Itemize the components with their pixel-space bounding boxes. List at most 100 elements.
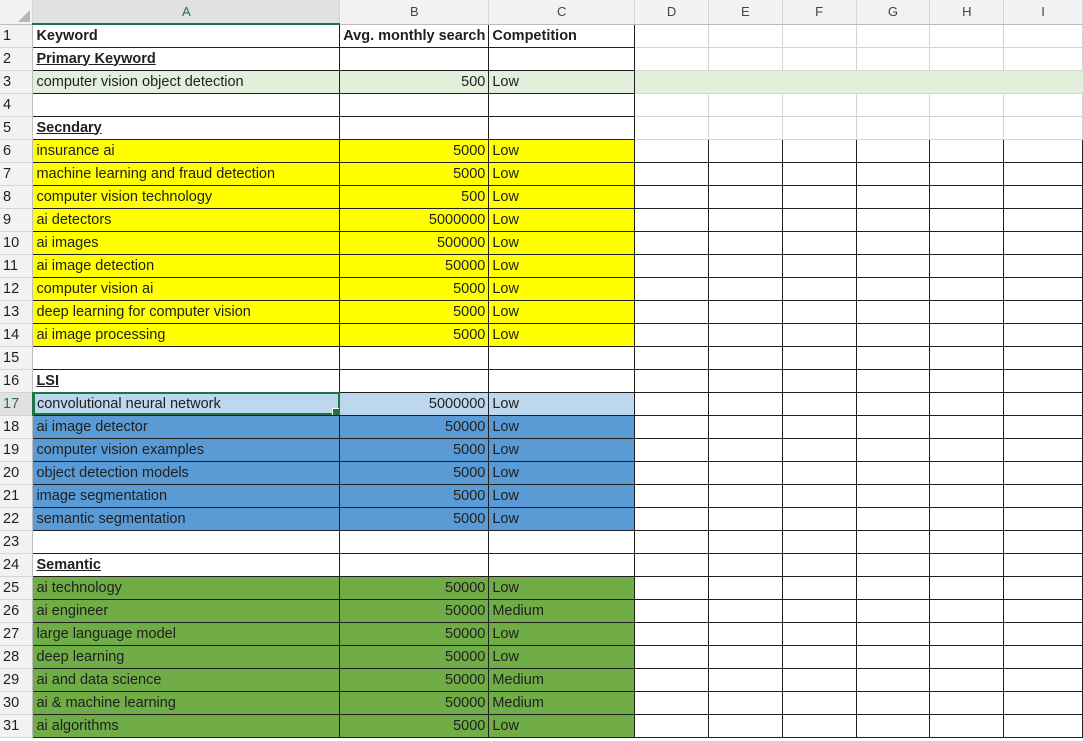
keyword-cell[interactable]: image segmentation <box>32 483 341 508</box>
empty-cell[interactable] <box>929 93 1005 117</box>
section-title-cell[interactable]: Semantic <box>32 552 341 577</box>
search-volume-cell[interactable]: 5000 <box>339 483 490 508</box>
competition-cell[interactable]: Low <box>488 207 636 232</box>
competition-cell[interactable]: Low <box>488 437 636 462</box>
empty-cell[interactable] <box>782 24 857 48</box>
keyword-cell[interactable]: ai image detection <box>32 253 341 278</box>
search-volume-cell[interactable]: 5000 <box>339 299 490 324</box>
empty-cell[interactable] <box>707 276 783 301</box>
search-volume-cell[interactable]: 50000 <box>339 690 490 715</box>
column-header-g[interactable]: G <box>856 0 931 25</box>
empty-cell[interactable] <box>1003 667 1083 692</box>
empty-cell[interactable] <box>929 644 1005 669</box>
row-header[interactable]: 18 <box>0 415 34 439</box>
empty-cell[interactable] <box>781 690 857 715</box>
empty-cell[interactable] <box>855 621 931 646</box>
search-volume-cell[interactable]: 50000 <box>339 667 490 692</box>
search-volume-cell[interactable]: 5000 <box>339 138 490 163</box>
empty-cell[interactable] <box>929 575 1005 600</box>
empty-cell[interactable] <box>781 529 857 554</box>
empty-cell[interactable] <box>488 115 636 140</box>
empty-cell[interactable] <box>488 46 636 71</box>
competition-cell[interactable]: Low <box>488 414 636 439</box>
empty-cell[interactable] <box>634 24 709 48</box>
search-volume-cell[interactable]: 50000 <box>339 575 490 600</box>
search-volume-cell[interactable]: 50000 <box>339 621 490 646</box>
empty-cell[interactable] <box>339 368 490 393</box>
empty-cell[interactable] <box>707 713 783 738</box>
header-search-cell[interactable]: Avg. monthly search <box>339 23 490 48</box>
competition-cell[interactable]: Low <box>488 299 636 324</box>
competition-cell[interactable]: Low <box>488 460 636 485</box>
empty-cell[interactable] <box>707 460 783 485</box>
empty-cell[interactable] <box>929 713 1005 738</box>
empty-cell[interactable] <box>1003 575 1083 600</box>
empty-cell[interactable] <box>634 345 709 370</box>
keyword-cell[interactable]: ai & machine learning <box>32 690 341 715</box>
row-header[interactable]: 28 <box>0 645 34 669</box>
row-header[interactable]: 9 <box>0 208 34 232</box>
competition-cell[interactable]: Low <box>488 253 636 278</box>
empty-cell[interactable] <box>1003 322 1083 347</box>
empty-cell[interactable] <box>1003 368 1083 393</box>
search-volume-cell[interactable]: 5000 <box>339 322 490 347</box>
keyword-cell[interactable]: convolutional neural network <box>32 391 341 416</box>
empty-cell[interactable] <box>855 184 931 209</box>
empty-cell[interactable] <box>707 299 783 324</box>
empty-cell[interactable] <box>855 276 931 301</box>
empty-cell[interactable] <box>707 667 783 692</box>
keyword-cell[interactable]: ai detectors <box>32 207 341 232</box>
search-volume-cell[interactable]: 50000 <box>339 644 490 669</box>
empty-cell[interactable] <box>781 483 857 508</box>
empty-cell[interactable] <box>634 437 709 462</box>
empty-cell[interactable] <box>1003 529 1083 554</box>
empty-cell[interactable] <box>855 506 931 531</box>
search-volume-cell[interactable]: 500 <box>339 184 490 209</box>
empty-cell[interactable] <box>339 552 490 577</box>
empty-cell[interactable] <box>708 70 783 94</box>
empty-cell[interactable] <box>32 345 341 370</box>
header-competition-cell[interactable]: Competition <box>488 23 636 48</box>
empty-cell[interactable] <box>929 460 1005 485</box>
empty-cell[interactable] <box>634 598 709 623</box>
empty-cell[interactable] <box>856 70 931 94</box>
empty-cell[interactable] <box>707 621 783 646</box>
empty-cell[interactable] <box>781 621 857 646</box>
empty-cell[interactable] <box>855 437 931 462</box>
competition-cell[interactable]: Low <box>488 506 636 531</box>
empty-cell[interactable] <box>855 690 931 715</box>
row-header[interactable]: 26 <box>0 599 34 623</box>
empty-cell[interactable] <box>856 93 931 117</box>
column-header-e[interactable]: E <box>708 0 783 25</box>
empty-cell[interactable] <box>929 161 1005 186</box>
empty-cell[interactable] <box>782 47 857 71</box>
empty-cell[interactable] <box>855 667 931 692</box>
empty-cell[interactable] <box>707 322 783 347</box>
empty-cell[interactable] <box>782 93 857 117</box>
column-header-a[interactable]: A <box>32 0 341 25</box>
empty-cell[interactable] <box>1003 47 1083 71</box>
empty-cell[interactable] <box>855 529 931 554</box>
empty-cell[interactable] <box>339 46 490 71</box>
empty-cell[interactable] <box>929 138 1005 163</box>
search-volume-cell[interactable]: 500000 <box>339 230 490 255</box>
empty-cell[interactable] <box>634 391 709 416</box>
empty-cell[interactable] <box>855 368 931 393</box>
competition-cell[interactable]: Low <box>488 230 636 255</box>
empty-cell[interactable] <box>634 667 709 692</box>
empty-cell[interactable] <box>1003 460 1083 485</box>
column-header-f[interactable]: F <box>782 0 857 25</box>
empty-cell[interactable] <box>929 414 1005 439</box>
row-header[interactable]: 7 <box>0 162 34 186</box>
row-header[interactable]: 5 <box>0 116 34 140</box>
header-keyword-cell[interactable]: Keyword <box>32 23 341 48</box>
empty-cell[interactable] <box>1003 598 1083 623</box>
row-header[interactable]: 3 <box>0 70 34 94</box>
empty-cell[interactable] <box>781 437 857 462</box>
empty-cell[interactable] <box>634 644 709 669</box>
empty-cell[interactable] <box>488 529 636 554</box>
empty-cell[interactable] <box>929 207 1005 232</box>
empty-cell[interactable] <box>634 552 709 577</box>
keyword-cell[interactable]: semantic segmentation <box>32 506 341 531</box>
empty-cell[interactable] <box>634 93 709 117</box>
